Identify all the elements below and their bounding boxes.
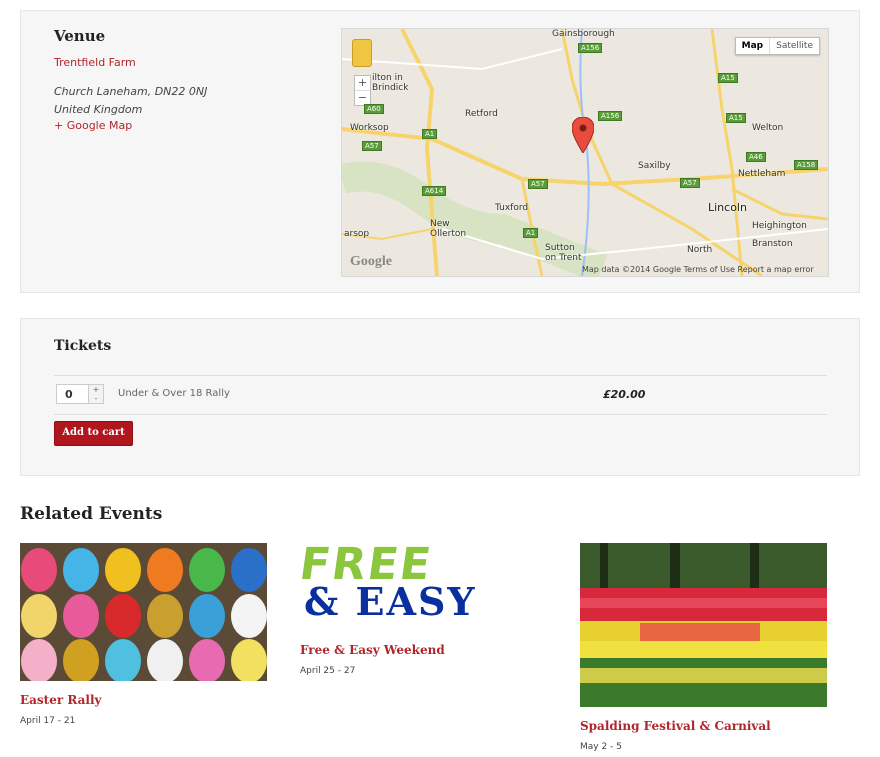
road-shield: A46	[746, 152, 766, 162]
road-shield: A158	[794, 160, 819, 170]
tulips-image[interactable]	[580, 543, 827, 707]
street-view-pegman-icon[interactable]	[352, 39, 372, 67]
map-type-control[interactable]: Map Satellite	[734, 37, 820, 55]
zoom-in-button[interactable]: +	[355, 76, 370, 90]
quantity-value[interactable]: 0	[65, 388, 73, 401]
map-place-label: ilton in Brindick	[372, 73, 409, 93]
google-map-link[interactable]: + Google Map	[54, 119, 132, 132]
map-place-label: Branston	[752, 239, 793, 249]
ticket-name: Under & Over 18 Rally	[118, 388, 230, 399]
ticket-price: £20.00	[603, 388, 646, 401]
event-card[interactable]: Spalding Festival & Carnival May 2 - 5	[580, 543, 827, 755]
event-date: May 2 - 5	[580, 742, 622, 752]
road-shield: A60	[364, 104, 384, 114]
stepper-down-button[interactable]: -	[89, 394, 103, 403]
map-place-label: Saxilby	[638, 161, 671, 171]
tulips-picture	[580, 543, 827, 707]
road-shield: A614	[422, 186, 447, 196]
event-title-link[interactable]: Free & Easy Weekend	[300, 643, 445, 657]
map-place-label: Worksop	[350, 123, 389, 133]
road-shield: A156	[578, 43, 603, 53]
tickets-heading: Tickets	[54, 338, 112, 354]
stepper-up-button[interactable]: +	[89, 385, 103, 394]
stepper-buttons[interactable]: + -	[88, 385, 103, 403]
road-shield: A57	[680, 178, 700, 188]
quantity-stepper[interactable]: 0 + -	[56, 384, 104, 404]
road-shield: A156	[598, 111, 623, 121]
ticket-row: 0 + - Under & Over 18 Rally £20.00	[54, 375, 827, 415]
zoom-control[interactable]: + −	[354, 75, 371, 106]
free-easy-image[interactable]: FREE & EASY	[300, 543, 546, 633]
map-type-map-button[interactable]: Map	[736, 38, 771, 54]
venue-name-link[interactable]: Trentfield Farm	[54, 56, 136, 69]
map-place-label: Lincoln	[708, 201, 747, 214]
event-title-link[interactable]: Spalding Festival & Carnival	[580, 719, 771, 733]
map-place-label: Tuxford	[495, 203, 529, 213]
easter-eggs-image[interactable]	[20, 543, 267, 681]
road-shield: A1	[422, 129, 438, 139]
map-place-label: Welton	[752, 123, 784, 133]
map-place-label: New Ollerton	[430, 219, 467, 239]
map-place-label: Nettleham	[738, 169, 786, 179]
add-to-cart-button[interactable]: Add to cart	[54, 421, 133, 446]
road-shield: A57	[362, 141, 382, 151]
map-marker-icon[interactable]	[572, 117, 594, 153]
venue-panel: Venue Trentfield Farm Church Laneham, DN…	[20, 10, 860, 293]
google-map[interactable]: + − Map Satellite Gainsborough ilton in …	[341, 28, 829, 277]
map-attribution[interactable]: Map data ©2014 Google Terms of Use Repor…	[582, 265, 814, 274]
google-logo: Google	[350, 254, 392, 269]
map-type-satellite-button[interactable]: Satellite	[770, 38, 819, 54]
event-date: April 17 - 21	[20, 716, 76, 726]
road-shield: A15	[726, 113, 746, 123]
venue-heading: Venue	[54, 27, 106, 45]
map-place-label: arsop	[344, 229, 370, 239]
event-card[interactable]: FREE & EASY Free & Easy Weekend April 25…	[300, 543, 546, 683]
event-date: April 25 - 27	[300, 666, 356, 676]
road-shield: A1	[523, 228, 539, 238]
tickets-panel: Tickets 0 + - Under & Over 18 Rally £20.…	[20, 318, 860, 476]
map-place-label: Gainsborough	[552, 29, 615, 39]
zoom-out-button[interactable]: −	[355, 90, 370, 105]
map-place-label: Sutton on Trent	[545, 243, 582, 263]
event-title-link[interactable]: Easter Rally	[20, 693, 101, 707]
map-place-label: North	[687, 245, 713, 255]
venue-address: Church Laneham, DN22 0NJ United Kingdom	[54, 85, 208, 116]
road-shield: A57	[528, 179, 548, 189]
related-events-heading: Related Events	[20, 504, 163, 524]
event-card[interactable]: Easter Rally April 17 - 21	[20, 543, 267, 733]
easy-text: & EASY	[304, 579, 477, 624]
road-shield: A15	[718, 73, 738, 83]
map-place-label: Retford	[465, 109, 498, 119]
easter-eggs-picture	[20, 543, 267, 681]
map-place-label: Heighington	[752, 221, 807, 231]
